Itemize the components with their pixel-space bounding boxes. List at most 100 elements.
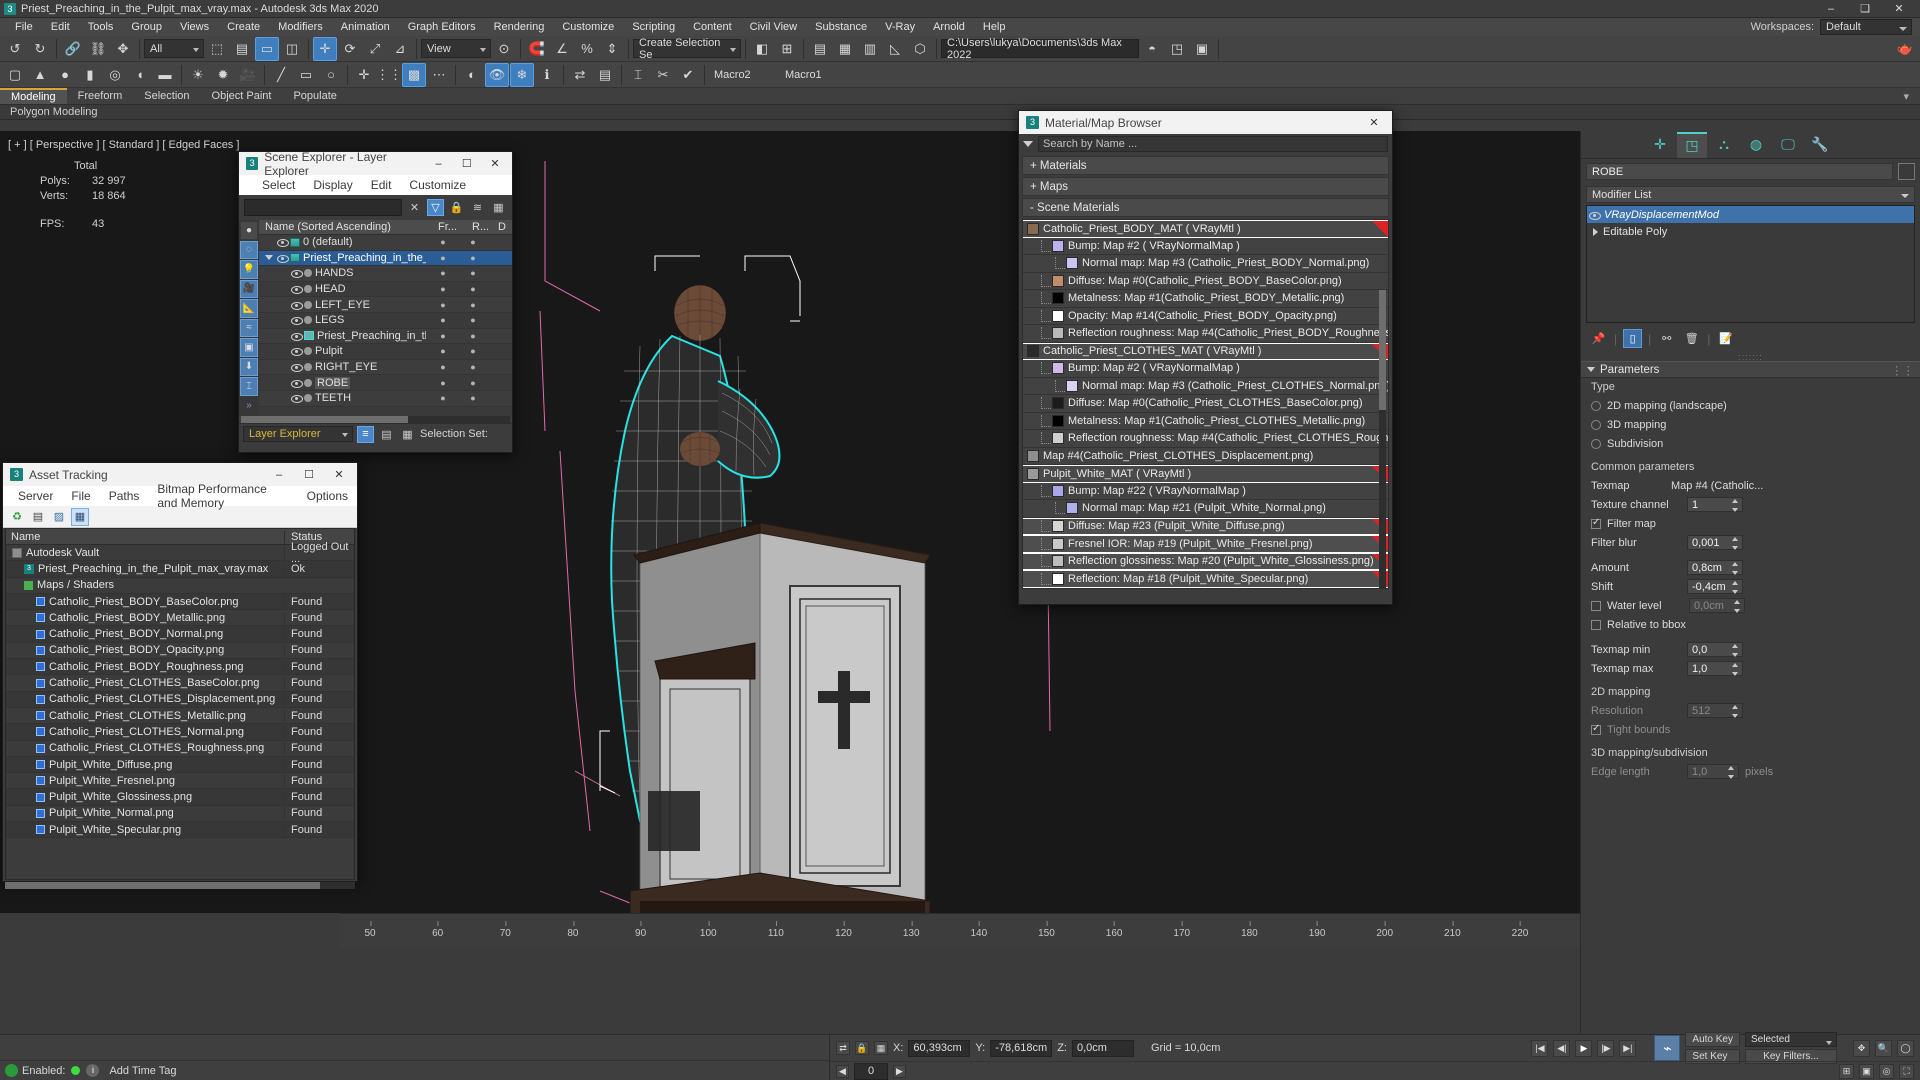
material-swatch-icon[interactable] xyxy=(1027,345,1039,358)
material-swatch-icon[interactable] xyxy=(1052,555,1064,568)
material-swatch-icon[interactable] xyxy=(1052,327,1064,340)
spinner-snap-icon[interactable]: ⇕ xyxy=(600,37,624,61)
scene-explorer-hscrollbar[interactable] xyxy=(241,416,510,423)
material-swatch-icon[interactable] xyxy=(1052,572,1064,585)
explorer-mode-selector[interactable]: Layer Explorer xyxy=(243,426,353,442)
map-row[interactable]: Bump: Map #22 ( VRayNormalMap ) xyxy=(1023,482,1388,500)
bind-spacewarp-icon[interactable]: ✥ xyxy=(111,37,135,61)
scene-explorer-cell-0[interactable]: ● xyxy=(426,378,460,388)
shift-spinner[interactable]: -0,4cm xyxy=(1687,579,1743,594)
placement-icon[interactable]: ⊿ xyxy=(388,37,412,61)
material-tree[interactable]: Catholic_Priest_BODY_MAT ( VRayMtl ) Bump… xyxy=(1022,219,1389,589)
chevron-down-icon[interactable] xyxy=(1023,141,1033,147)
asset-row[interactable]: Catholic_Priest_BODY_Roughness.png Found xyxy=(6,659,354,676)
visibility-eye-icon[interactable] xyxy=(291,346,303,357)
texmap-min-spinner[interactable]: 0,0 xyxy=(1687,642,1743,657)
make-unique-icon[interactable]: ⚯ xyxy=(1657,329,1676,348)
amount-spinner[interactable]: 0,8cm xyxy=(1687,560,1743,575)
type-option-subdivision[interactable]: Subdivision xyxy=(1581,434,1920,453)
bone-tools-icon[interactable]: ⌶ xyxy=(626,63,650,87)
select-move-icon[interactable]: ✛ xyxy=(313,36,337,61)
asset-row[interactable]: Catholic_Priest_CLOTHES_Roughness.png Fou… xyxy=(6,740,354,757)
menu-civil-view[interactable]: Civil View xyxy=(741,19,806,35)
spot-light-icon[interactable]: ✹ xyxy=(211,63,235,87)
asset-row[interactable]: 3 Priest_Preaching_in_the_Pulpit_max_vray… xyxy=(6,561,354,578)
selection-filter[interactable]: All xyxy=(144,39,204,58)
material-swatch-icon[interactable] xyxy=(1027,449,1039,462)
asset-tracking-close[interactable]: ✕ xyxy=(324,463,354,486)
object-color-swatch[interactable] xyxy=(1898,163,1915,180)
filter-lights-icon[interactable]: 💡 xyxy=(240,260,258,279)
material-swatch-icon[interactable] xyxy=(1052,537,1064,550)
schematic-view-icon[interactable]: ⬡ xyxy=(908,37,932,61)
redo-icon[interactable]: ↻ xyxy=(28,37,52,61)
scene-explorer-row[interactable]: Pulpit ● ● xyxy=(259,344,512,360)
material-swatch-icon[interactable] xyxy=(1052,362,1064,375)
radio-2d-mapping[interactable] xyxy=(1591,400,1601,411)
ribbon-tab-selection[interactable]: Selection xyxy=(133,88,200,104)
water-level-spinner[interactable]: 0,0cm xyxy=(1689,598,1745,613)
grid-icon[interactable]: ▦ xyxy=(71,507,89,526)
move-gizmo-icon[interactable]: ✛ xyxy=(352,63,376,87)
select-object-icon[interactable]: ⬚ xyxy=(205,37,229,61)
material-map-browser-window[interactable]: 3 Material/Map Browser ✕ Search by Name … xyxy=(1018,110,1393,605)
scene-explorer-row[interactable]: HANDS ● ● xyxy=(259,266,512,282)
scene-explorer-row[interactable]: 0 (default) ● ● xyxy=(259,235,512,251)
torus-primitive-icon[interactable]: ◎ xyxy=(103,63,127,87)
omni-light-icon[interactable]: ☀ xyxy=(186,63,210,87)
tight-bounds-row[interactable]: Tight bounds xyxy=(1581,720,1920,739)
asset-menu-bitmap-performance-and-memory[interactable]: Bitmap Performance and Memory xyxy=(148,481,297,511)
named-selection-sets[interactable]: Create Selection Se xyxy=(633,37,741,61)
visibility-eye-icon[interactable] xyxy=(291,300,303,310)
material-swatch-icon[interactable] xyxy=(1066,379,1078,392)
plane-primitive-icon[interactable]: ▬ xyxy=(153,63,177,87)
select-scale-icon[interactable]: ⤢ xyxy=(363,37,387,61)
utilities-tab-icon[interactable]: 🔧 xyxy=(1805,132,1835,158)
map-row[interactable]: Reflection: Map #18 (Pulpit_White_Specul… xyxy=(1023,570,1388,588)
x-coordinate-field[interactable]: 60,393cm xyxy=(908,1039,971,1057)
remove-modifier-icon[interactable]: 🗑 xyxy=(1682,329,1701,348)
asset-row[interactable]: Catholic_Priest_BODY_Opacity.png Found xyxy=(6,642,354,660)
visibility-eye-icon[interactable] xyxy=(277,253,289,263)
map-row[interactable]: Reflection glossiness: Map #20 (Pulpit_W… xyxy=(1023,552,1388,570)
expand-collapse-icon[interactable] xyxy=(265,255,273,261)
material-browser-vscrollbar[interactable] xyxy=(1379,290,1386,588)
relative-to-bbox-checkbox[interactable] xyxy=(1591,619,1601,630)
filter-helpers-icon[interactable]: 📐 xyxy=(240,299,258,318)
material-swatch-icon[interactable] xyxy=(1027,222,1039,235)
map-row[interactable]: Map #4(Catholic_Priest_CLOTHES_Displacem… xyxy=(1023,447,1388,465)
scene-explorer-col-1[interactable]: Fr... xyxy=(438,221,472,233)
clear-search-icon[interactable]: ✕ xyxy=(406,199,423,216)
report-icon[interactable]: ▨ xyxy=(50,508,68,526)
type-option-3d[interactable]: 3D mapping xyxy=(1581,415,1920,434)
material-swatch-icon[interactable] xyxy=(1027,467,1039,480)
material-swatch-icon[interactable] xyxy=(1052,397,1064,410)
maximize-viewport-icon[interactable]: ⛶ xyxy=(1899,1063,1914,1079)
field-of-view-icon[interactable]: ◎ xyxy=(1879,1063,1894,1079)
snapshot-icon[interactable]: ▩ xyxy=(402,62,426,87)
parameters-rollout-header[interactable]: Parameters ⋮⋮ xyxy=(1581,361,1920,378)
undo-icon[interactable]: ↺ xyxy=(3,37,27,61)
percent-snap-icon[interactable]: % xyxy=(575,37,599,61)
scene-explorer-cell-1[interactable]: ● xyxy=(460,378,486,388)
scene-explorer-cell-0[interactable]: ● xyxy=(426,253,460,263)
material-swatch-icon[interactable] xyxy=(1052,520,1064,533)
scene-explorer-cell-1[interactable]: ● xyxy=(460,237,486,247)
type-option-2d[interactable]: 2D mapping (landscape) xyxy=(1581,396,1920,415)
layers-mode-icon[interactable]: ≡ xyxy=(357,425,374,443)
close-button[interactable]: ✕ xyxy=(1882,0,1916,18)
scene-explorer-cell-0[interactable]: ● xyxy=(426,237,460,247)
object-name-field[interactable]: ROBE xyxy=(1586,163,1893,180)
lock-icon[interactable]: 🔒 xyxy=(448,199,465,216)
array-icon[interactable]: ⋮⋮ xyxy=(376,63,402,87)
angle-snap-icon[interactable]: ∠ xyxy=(550,37,574,61)
scene-explorer-col-0[interactable]: Name (Sorted Ascending) xyxy=(259,221,438,233)
menu-modifiers[interactable]: Modifiers xyxy=(269,19,332,35)
rectangle-shape-icon[interactable]: ▭ xyxy=(294,63,318,87)
select-rotate-icon[interactable]: ⟳ xyxy=(338,37,362,61)
asset-row[interactable]: Catholic_Priest_BODY_Metallic.png Found xyxy=(6,610,354,627)
asset-row[interactable]: Catholic_Priest_BODY_Normal.png Found xyxy=(6,626,354,643)
unlink-icon[interactable]: ⛓ xyxy=(86,37,110,61)
lock-selection-icon[interactable]: 🔒 xyxy=(855,1041,869,1055)
macro2-label[interactable]: Macro2 xyxy=(709,65,779,84)
